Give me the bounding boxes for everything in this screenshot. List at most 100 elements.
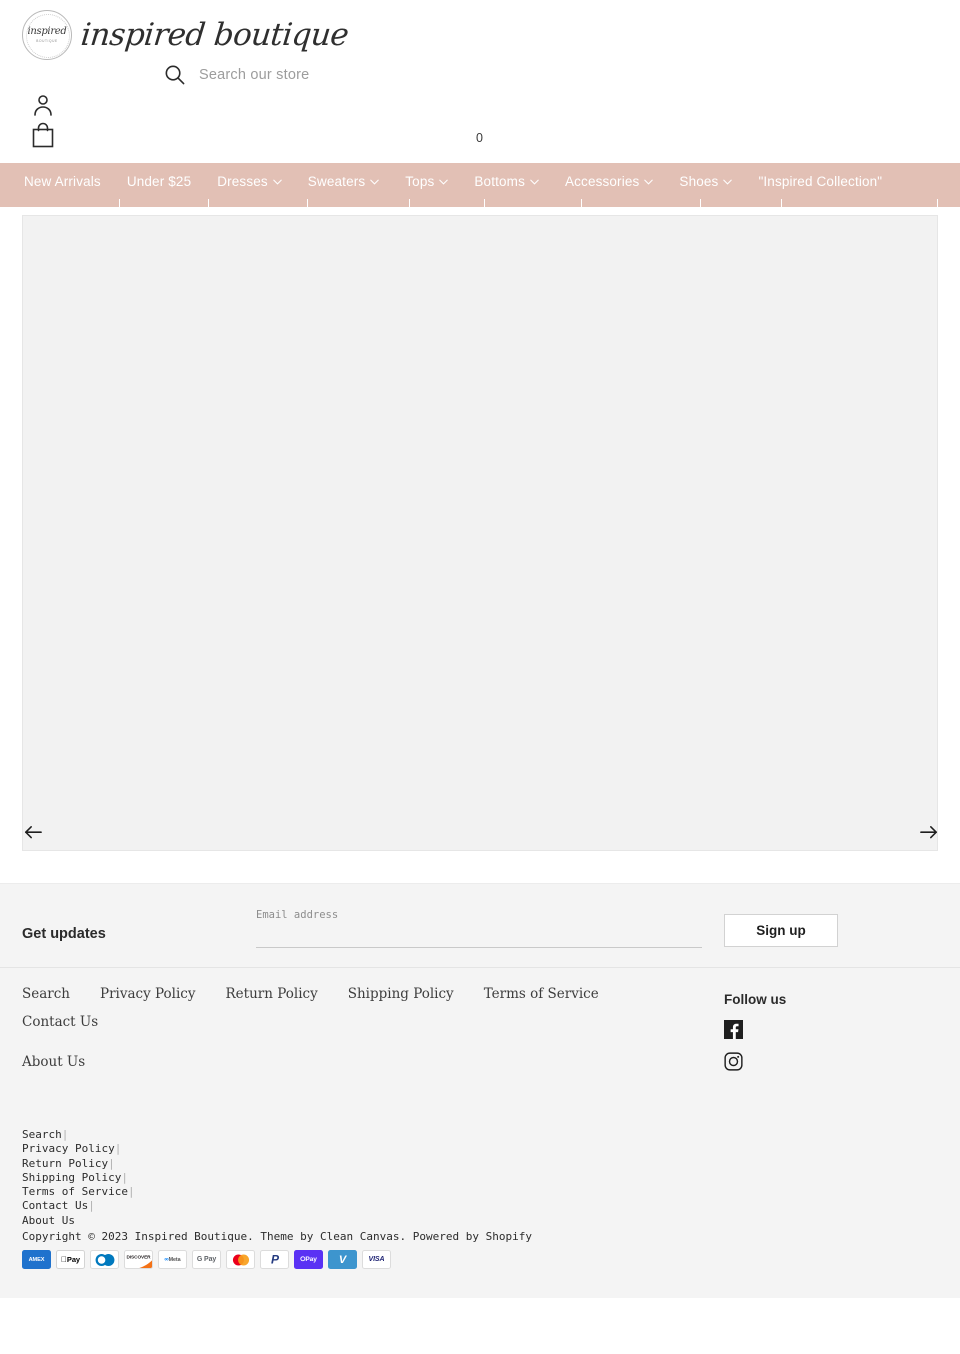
site-header: inspired BOUTIQUE inspired boutique Sear… — [0, 0, 960, 163]
bottom-link-search[interactable]: Search — [22, 1128, 62, 1141]
bottom-link-about-us[interactable]: About Us — [22, 1214, 75, 1227]
nav-item-shoes[interactable]: Shoes — [679, 163, 733, 199]
logo-wordmark: inspired boutique — [79, 17, 351, 53]
nav-spacer — [379, 181, 405, 182]
discover-icon: DISCOVER — [124, 1250, 153, 1269]
list-item[interactable]: Privacy Policy| — [22, 1142, 135, 1156]
nav-item-inspired-collection[interactable]: "Inspired Collection" — [758, 163, 882, 199]
bottom-link-return-policy[interactable]: Return Policy — [22, 1157, 108, 1170]
mastercard-icon — [226, 1250, 255, 1269]
signup-button[interactable]: Sign up — [724, 914, 838, 947]
account-button[interactable] — [31, 93, 55, 118]
arrow-left-icon — [25, 826, 42, 839]
separator: | — [108, 1156, 115, 1170]
diners-glyph — [95, 1253, 114, 1266]
nav-tick — [781, 199, 782, 207]
bottom-link-privacy-policy[interactable]: Privacy Policy — [22, 1142, 115, 1155]
separator: | — [121, 1170, 128, 1184]
nav-label: Tops — [405, 173, 435, 189]
list-item[interactable]: About Us — [22, 1214, 135, 1228]
logo-badge-icon: inspired BOUTIQUE — [22, 10, 72, 60]
bottom-link-shipping-policy[interactable]: Shipping Policy — [22, 1171, 121, 1184]
nav-tick — [581, 199, 582, 207]
nav-label: Dresses — [217, 173, 268, 189]
footer-link-shipping-policy[interactable]: Shipping Policy — [348, 986, 454, 1002]
bottom-link-terms-of-service[interactable]: Terms of Service — [22, 1185, 128, 1198]
nav-spacer — [653, 181, 679, 182]
nav-spacer — [191, 181, 217, 182]
email-field-label: Email address — [256, 909, 339, 921]
svg-text:P: P — [271, 1253, 280, 1267]
footer-link-contact-us[interactable]: Contact Us — [22, 1014, 98, 1030]
bottom-link-contact-us[interactable]: Contact Us — [22, 1199, 88, 1212]
footer-link-terms-of-service[interactable]: Terms of Service — [484, 986, 599, 1002]
venmo-label: V — [338, 1253, 347, 1266]
nav-tick — [307, 199, 308, 207]
mastercard-glyph — [232, 1254, 249, 1265]
newsletter-heading: Get updates — [22, 926, 106, 942]
footer-link-list: Search Privacy Policy Return Policy Ship… — [22, 986, 702, 1070]
paypal-glyph: P — [271, 1253, 280, 1267]
nav-item-tops[interactable]: Tops — [405, 163, 449, 199]
nav-tick — [208, 199, 209, 207]
venmo-icon: V — [328, 1250, 357, 1269]
shop-pay-icon: ⭘ Pay — [294, 1250, 323, 1269]
footer-link-search[interactable]: Search — [22, 986, 70, 1002]
list-item[interactable]: Shipping Policy| — [22, 1171, 135, 1185]
meta-pay-label: Meta — [168, 1256, 181, 1263]
list-item[interactable]: Contact Us| — [22, 1199, 135, 1213]
email-input[interactable] — [256, 947, 702, 948]
footer-link-about-us[interactable]: About Us — [22, 1054, 85, 1070]
nav-item-sweaters[interactable]: Sweaters — [308, 163, 380, 199]
separator: | — [88, 1199, 95, 1213]
nav-item-dresses[interactable]: Dresses — [217, 163, 282, 199]
nav-spacer — [282, 181, 308, 182]
list-item[interactable]: Terms of Service| — [22, 1185, 135, 1199]
diners-club-icon — [90, 1250, 119, 1269]
footer-link-return-policy[interactable]: Return Policy — [226, 986, 318, 1002]
paypal-icon: P — [260, 1250, 289, 1269]
cart-button[interactable] — [31, 122, 55, 149]
nav-item-accessories[interactable]: Accessories — [565, 163, 654, 199]
visa-icon: VISA — [362, 1250, 391, 1269]
google-pay-icon: G Pay — [192, 1250, 221, 1269]
newsletter-section: Get updates Email address Sign up — [0, 883, 960, 967]
nav-label: Shoes — [679, 173, 719, 189]
nav-spacer — [101, 181, 127, 182]
nav-item-under-25[interactable]: Under $25 — [127, 163, 191, 199]
logo-badge-sub-text: BOUTIQUE — [36, 39, 58, 44]
nav-tick — [119, 199, 120, 207]
nav-tick — [409, 199, 410, 207]
nav-label: "Inspired Collection" — [758, 173, 883, 189]
nav-label: Under $25 — [126, 173, 192, 189]
shop-pay-label: Pay — [305, 1256, 317, 1263]
chevron-down-icon — [370, 179, 380, 185]
nav-item-bottoms[interactable]: Bottoms — [474, 163, 539, 199]
search-input[interactable]: Search our store — [199, 67, 309, 83]
search-bar[interactable]: Search our store — [163, 63, 309, 86]
slideshow-next-button[interactable] — [920, 825, 938, 841]
copyright-text: Copyright © 2023 Inspired Boutique. Them… — [22, 1230, 532, 1243]
meta-pay-icon: ∞ Meta — [158, 1250, 187, 1269]
slideshow-section — [0, 207, 960, 883]
separator: | — [61, 1128, 69, 1141]
slideshow-prev-button[interactable] — [24, 825, 42, 841]
chevron-down-icon — [273, 179, 282, 185]
amex-icon: AMEX — [22, 1250, 51, 1269]
instagram-link[interactable] — [724, 1052, 743, 1071]
cart-count-badge: 0 — [476, 131, 483, 145]
list-item[interactable]: Search| — [22, 1128, 135, 1142]
list-item[interactable]: Return Policy| — [22, 1157, 135, 1171]
main-navigation: New Arrivals Under $25 Dresses Sweaters … — [0, 163, 960, 199]
nav-item-new-arrivals[interactable]: New Arrivals — [24, 163, 101, 199]
facebook-link[interactable] — [724, 1020, 743, 1039]
apple-pay-label: Pay — [63, 1255, 80, 1264]
site-logo[interactable]: inspired BOUTIQUE inspired boutique — [22, 10, 351, 60]
separator: | — [114, 1142, 122, 1156]
footer-link-privacy-policy[interactable]: Privacy Policy — [100, 986, 196, 1002]
email-field-group: Email address — [256, 909, 702, 948]
